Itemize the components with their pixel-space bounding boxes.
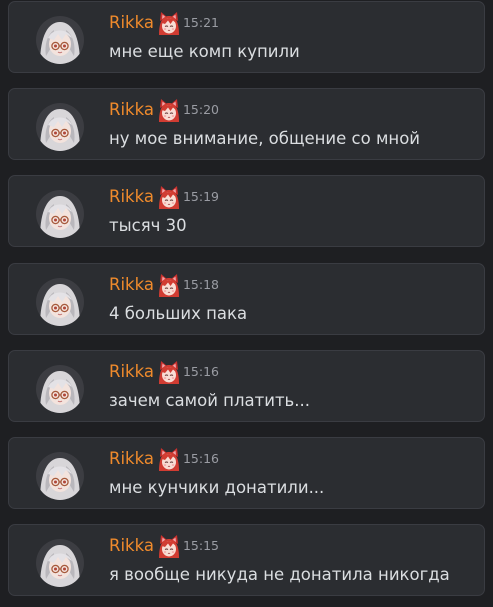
message-text: я вообще никуда не донатила никогда [109,565,450,584]
timestamp: 15:15 [182,538,220,553]
fox-girl-badge-icon [157,447,181,471]
timestamp: 15:18 [182,277,220,292]
user-avatar[interactable] [36,452,84,500]
user-avatar[interactable] [36,539,84,587]
user-avatar[interactable] [36,103,84,151]
message-header: Rikka 15:21 [109,11,220,35]
message-text: ну мое внимание, общение со мной [109,129,421,148]
message-card[interactable]: Rikka 15:16 мне кунчики донатили... [8,437,485,509]
message-text: зачем самой платить... [109,391,311,410]
fox-girl-badge-icon [157,273,181,297]
username[interactable]: Rikka [109,274,154,296]
message-card[interactable]: Rikka 15:16 зачем самой платить... [8,350,485,422]
message-text: тысяч 30 [109,216,187,235]
timestamp: 15:20 [182,102,220,117]
message-header: Rikka 15:18 [109,273,220,297]
fox-girl-badge-icon [157,98,181,122]
user-avatar[interactable] [36,190,84,238]
timestamp: 15:16 [182,451,220,466]
message-text: мне еще комп купили [109,42,300,61]
message-text: 4 больших пака [109,304,248,323]
username[interactable]: Rikka [109,12,154,34]
timestamp: 15:19 [182,189,220,204]
message-card[interactable]: Rikka 15:21 мне еще комп купили [8,1,485,73]
message-header: Rikka 15:20 [109,98,220,122]
username[interactable]: Rikka [109,448,154,470]
message-header: Rikka 15:16 [109,447,220,471]
timestamp: 15:16 [182,364,220,379]
fox-girl-badge-icon [157,185,181,209]
message-header: Rikka 15:16 [109,360,220,384]
user-avatar[interactable] [36,16,84,64]
message-header: Rikka 15:19 [109,185,220,209]
message-card[interactable]: Rikka 15:20 ну мое внимание, общение со … [8,88,485,160]
message-card[interactable]: Rikka 15:19 тысяч 30 [8,175,485,247]
message-feed: Rikka 15:21 мне еще комп купили Rikka 15… [0,0,493,607]
message-text: мне кунчики донатили... [109,478,325,497]
fox-girl-badge-icon [157,360,181,384]
message-card[interactable]: Rikka 15:18 4 больших пака [8,263,485,335]
user-avatar[interactable] [36,278,84,326]
username[interactable]: Rikka [109,99,154,121]
username[interactable]: Rikka [109,186,154,208]
message-header: Rikka 15:15 [109,534,220,558]
message-card[interactable]: Rikka 15:15 я вообще никуда не донатила … [8,524,485,596]
user-avatar[interactable] [36,365,84,413]
timestamp: 15:21 [182,15,220,30]
username[interactable]: Rikka [109,535,154,557]
fox-girl-badge-icon [157,11,181,35]
fox-girl-badge-icon [157,534,181,558]
username[interactable]: Rikka [109,361,154,383]
